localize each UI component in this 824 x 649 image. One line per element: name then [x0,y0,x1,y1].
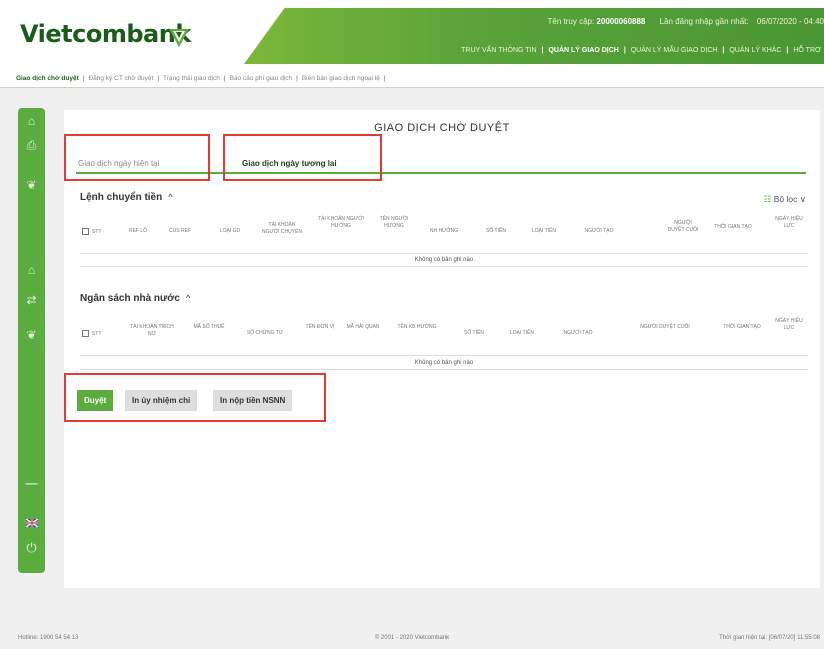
subnav-dang-ky-ct-cho-duyet[interactable]: Đăng ký CT chờ duyệt [88,75,153,82]
transfer-empty-row: Không có bản ghi nào [80,255,808,267]
subnav-bao-cao-phi[interactable]: Báo cáo phí giao dịch [230,75,293,82]
nav-separator: | [623,47,626,54]
col-header: LOẠI TIỀN [531,228,557,234]
main-content: GIAO DỊCH CHỜ DUYỆT Giao dịch ngày hiện … [64,110,820,588]
col-header: REF LÔ [128,228,148,234]
col-header: TÀI KHOẢN NGƯỜI HƯỞNG [318,216,364,229]
nav-ho-tro[interactable]: HỖ TRỢ [793,47,821,54]
col-header: NGƯỜI TẠO [584,228,614,234]
col-header: NGƯỜI DUYỆT CUỐI [640,324,690,330]
col-header: TÀI KHOẢN NGƯỜI CHUYỂN [262,222,302,235]
print-icon[interactable]: ⎙ [18,138,45,153]
power-icon[interactable]: ⏻ [18,540,45,556]
subnav-separator: | [296,75,298,82]
highlight-box-tab-current [64,134,210,181]
select-all-checkbox[interactable] [82,228,89,235]
print-payment-order-button[interactable]: In ủy nhiệm chi [125,390,198,411]
subnav-separator: | [383,75,386,82]
col-header: MÃ SỐ THUẾ [193,324,225,330]
username: 20000060888 [596,17,646,26]
minus-icon[interactable]: — [18,476,45,490]
budget-empty-row: Không có bản ghi nào [80,358,808,370]
uk-flag-svg [25,518,38,528]
print-budget-payment-button[interactable]: In nộp tiền NSNN [213,390,293,411]
col-header: NGÀY HIỆU LỰC [775,318,803,331]
col-header: NGƯỜI DUYỆT CUỐI [667,220,699,233]
col-header: LOẠI TIỀN [509,330,535,336]
col-header: STT [82,330,101,338]
uk-flag-icon[interactable] [18,516,45,530]
col-header: TÊN NGƯỜI HƯỞNG [379,216,409,229]
chevron-down-icon: ∨ [799,194,806,204]
col-header: CUS REF [169,228,191,234]
user-info: Tên truy cập: 20000060888 Lần đăng nhập … [542,17,824,26]
nav-truy-van-thong-tin[interactable]: TRUY VẤN THÔNG TIN [461,47,536,54]
nav-quan-ly-giao-dich[interactable]: QUẢN LÝ GIAO DỊCH [548,47,618,54]
page-title: GIAO DỊCH CHỜ DUYỆT [374,122,510,134]
subnav-separator: | [223,75,226,82]
transfer-table-header: STT REF LÔ CUS REF LOẠI GD TÀI KHOẢN NGƯ… [80,210,808,254]
main-nav: TRUY VẤN THÔNG TIN | QUẢN LÝ GIAO DỊCH |… [458,47,824,54]
chevron-up-icon[interactable]: ^ [186,293,190,303]
subnav-separator: | [157,75,160,82]
filter-label: Bộ lọc [773,194,798,204]
transfer-section-label: Lệnh chuyển tiền [80,192,163,203]
vietcombank-logo-mark-icon [169,29,189,47]
approve-button[interactable]: Duyệt [77,390,114,411]
last-login-value: 06/07/2020 - 04:40 [756,17,824,26]
budget-section-title[interactable]: Ngân sách nhà nước ^ [80,293,190,304]
header: Vietcombank Tên truy cập: 20000060888 Lầ… [0,0,824,70]
col-header: TÀI KHOẢN TRÍCH NỢ [130,324,174,337]
nav-separator: | [541,47,544,54]
user-label: Tên truy cập: [547,17,595,26]
nav-quan-ly-khac[interactable]: QUẢN LÝ KHÁC [729,47,781,54]
col-header: SỐ TIỀN [464,330,484,336]
copyright: © 2001 - 2020 Vietcombank [374,635,450,641]
vietcombank-logo[interactable]: Vietcombank [20,20,191,48]
col-header: MÃ HẢI QUAN [346,324,380,330]
col-header: THỜI GIAN TẠO [714,224,752,230]
col-header: SỐ TIỀN [486,228,506,234]
col-header: TÊN ĐƠN VỊ [305,324,335,330]
transfer-icon[interactable]: ⇄ [18,293,45,307]
budget-section-label: Ngân sách nhà nước [80,293,180,304]
subnav-trang-thai-giao-dich[interactable]: Trạng thái giao dịch [163,75,220,82]
server-time: Thời gian hiện tại: [06/07/20] 11:55:08 [719,635,820,641]
budget-table-header: STT TÀI KHOẢN TRÍCH NỢ MÃ SỐ THUẾ SỐ CHỨ… [80,312,808,356]
subnav-bien-ban-ngoai-le[interactable]: Biên bản giao dịch ngoại lệ [302,75,380,82]
home-icon[interactable]: ⌂ [18,114,45,128]
chevron-up-icon[interactable]: ^ [168,192,172,202]
col-header: NGƯỜI TẠO [563,330,593,336]
col-header: LOẠI GD [219,228,241,234]
home-icon[interactable]: ⌂ [18,263,45,277]
transfer-section-title[interactable]: Lệnh chuyển tiền ^ [80,192,172,203]
col-header: NGÀY HIỆU LỰC [775,216,803,229]
leaf-icon[interactable]: ❦ [18,328,45,342]
subnav-giao-dich-cho-duyet[interactable]: Giao dịch chờ duyệt [16,75,79,82]
col-header: TÊN KB HƯỞNG [397,324,437,330]
col-header: THỜI GIAN TẠO [723,324,761,330]
nav-separator: | [722,47,725,54]
subnav-separator: | [82,75,85,82]
col-header: STT [82,228,101,236]
leaf-icon[interactable]: ❦ [18,178,45,192]
highlight-box-tab-future [223,134,382,181]
select-all-checkbox[interactable] [82,330,89,337]
col-header: SỐ CHỨNG TỪ [246,330,284,336]
sidebar: ⌂ ⎙ ❦ ⌂ ⇄ ❦ — ⏻ [18,108,45,573]
filter-icon: ☷ [763,194,772,204]
col-header: NH HƯỞNG [429,228,459,234]
nav-quan-ly-mau-giao-dich[interactable]: QUẢN LÝ MẪU GIAO DỊCH [631,47,718,54]
filter-button[interactable]: ☷ Bộ lọc ∨ [764,194,806,205]
last-login-label: Lần đăng nhập gần nhất: [659,17,749,26]
nav-separator: | [786,47,789,54]
sub-nav: Giao dịch chờ duyệt | Đăng ký CT chờ duyệt… [0,70,824,88]
